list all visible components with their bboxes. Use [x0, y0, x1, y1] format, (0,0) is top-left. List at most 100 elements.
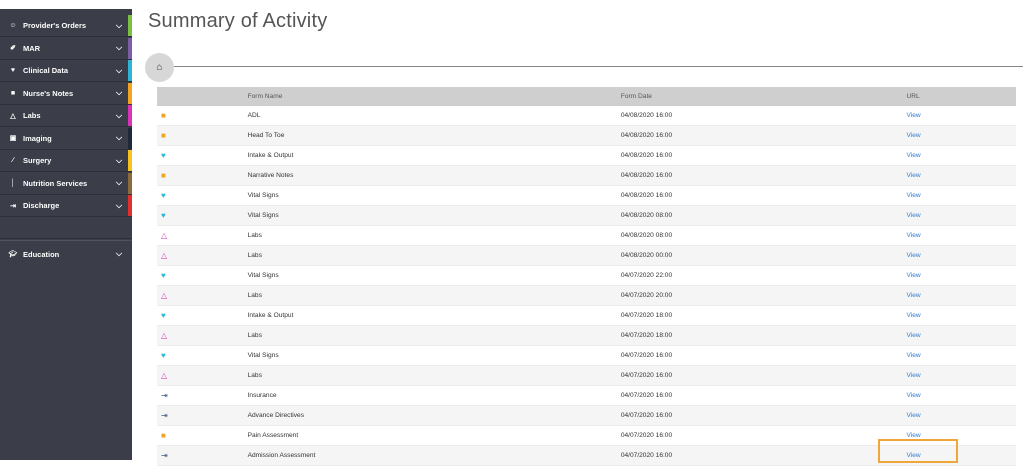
chevron-down-icon[interactable]: ⌵: [114, 21, 124, 31]
view-link[interactable]: View: [906, 172, 920, 179]
sidebar-divider-highlight: [0, 240, 132, 241]
form-date-cell: 04/08/2020 16:00: [620, 145, 907, 166]
view-link[interactable]: View: [906, 192, 920, 199]
form-name-cell: ADL: [247, 106, 621, 126]
form-date-cell: 04/08/2020 16:00: [620, 125, 907, 146]
chevron-down-icon[interactable]: ⌵: [114, 111, 124, 121]
sidebar-item-provider-s-orders[interactable]: ☺ Provider's Orders ⌵: [0, 15, 132, 37]
vital-signs-icon: ♥: [161, 311, 166, 320]
form-name-cell: Pain Assessment: [247, 425, 621, 446]
vital-signs-icon: ♥: [161, 151, 166, 160]
row-icon-cell: ⇥: [157, 405, 248, 426]
chevron-down-icon[interactable]: ⌵: [114, 249, 124, 259]
vital-signs-icon: ♥: [161, 351, 166, 360]
category-color-bar: [128, 127, 132, 149]
view-link[interactable]: View: [906, 272, 920, 279]
row-icon-cell: △: [157, 365, 248, 386]
chevron-down-icon[interactable]: ⌵: [114, 178, 124, 188]
view-link[interactable]: View: [906, 372, 920, 379]
row-icon-cell: ■: [157, 106, 248, 126]
form-date-cell: 04/07/2020 16:00: [620, 425, 907, 446]
activity-table: Form Name Form Date URL ■ ADL 04/08/2020 1…: [157, 87, 1016, 466]
row-icon-cell: △: [157, 285, 248, 306]
view-link[interactable]: View: [906, 152, 920, 159]
url-cell: View: [906, 265, 1016, 286]
sidebar-item-discharge[interactable]: ⇥ Discharge ⌵: [0, 195, 132, 217]
form-date-cell: 04/07/2020 18:00: [620, 305, 907, 326]
sidebar-item-clinical-data[interactable]: ♥ Clinical Data ⌵: [0, 60, 132, 82]
sidebar-item-imaging[interactable]: ▣ Imaging ⌵: [0, 127, 132, 150]
sidebar-item-label: MAR: [23, 43, 41, 53]
vital-signs-icon: ♥: [161, 211, 166, 220]
category-color-bar: [128, 150, 132, 171]
sidebar-item-label: Clinical Data: [23, 66, 69, 75]
sidebar-item-mar[interactable]: ✐ MAR ⌵: [0, 37, 132, 60]
row-icon-cell: ⇥: [157, 445, 248, 466]
chevron-down-icon[interactable]: ⌵: [114, 66, 124, 76]
heart-icon: ♥: [10, 67, 16, 74]
view-link[interactable]: View: [906, 312, 920, 319]
view-link[interactable]: View: [906, 232, 920, 239]
form-name-cell: Intake & Output: [247, 305, 621, 326]
highlight-box: [878, 439, 958, 463]
form-date-cell: 04/08/2020 08:00: [620, 225, 907, 246]
row-icon-cell: ■: [157, 165, 248, 186]
form-icon: ■: [161, 131, 166, 140]
chevron-down-icon[interactable]: ⌵: [114, 133, 124, 143]
note-icon: ■: [10, 89, 16, 97]
table-row: ■ ADL 04/08/2020 16:00 View: [157, 106, 1016, 126]
sidebar-item-label: Nurse's Notes: [23, 88, 74, 98]
form-name-cell: Vital Signs: [247, 265, 621, 286]
vital-signs-icon: ♥: [161, 271, 166, 280]
table-row: △ Labs 04/08/2020 08:00 View: [157, 225, 1016, 246]
sidebar-item-nutrition-services[interactable]: │ Nutrition Services ⌵: [0, 172, 132, 195]
url-cell: View: [906, 245, 1016, 266]
view-link[interactable]: View: [906, 132, 920, 139]
view-link[interactable]: View: [906, 392, 920, 399]
sidebar-item-surgery[interactable]: ∕ Surgery ⌵: [0, 150, 132, 172]
table-row: ■ Head To Toe 04/08/2020 16:00 View: [157, 125, 1016, 146]
view-link[interactable]: View: [906, 352, 920, 359]
sidebar-item-labs[interactable]: △ Labs ⌵: [0, 105, 132, 127]
view-link[interactable]: View: [906, 332, 920, 339]
view-link[interactable]: View: [906, 432, 920, 439]
form-name-cell: Labs: [247, 225, 621, 246]
image-icon: ▣: [9, 135, 17, 142]
category-color-bar: [128, 82, 132, 104]
category-color-bar: [128, 60, 132, 81]
url-cell: View: [906, 405, 1016, 426]
table-row: ⇥ Insurance 04/07/2020 16:00 View: [157, 385, 1016, 406]
row-icon-cell: ⇥: [157, 385, 248, 406]
table-row: △ Labs 04/07/2020 18:00 View: [157, 325, 1016, 346]
row-icon-cell: ♥: [157, 145, 248, 166]
sidebar-item-label: Imaging: [23, 133, 52, 143]
sidebar-item-education[interactable]: 🎓︎ Education ⌵: [0, 243, 132, 265]
form-date-cell: 04/08/2020 16:00: [620, 185, 907, 206]
view-link[interactable]: View: [906, 292, 920, 299]
chevron-down-icon[interactable]: ⌵: [114, 201, 124, 211]
row-icon-cell: ♥: [157, 205, 248, 226]
view-link[interactable]: View: [906, 252, 920, 259]
table-row: △ Labs 04/07/2020 20:00 View: [157, 285, 1016, 306]
chevron-down-icon[interactable]: ⌵: [114, 156, 124, 166]
table-row: ♥ Vital Signs 04/07/2020 16:00 View: [157, 345, 1016, 366]
form-name-cell: Admission Assessment: [247, 445, 621, 466]
view-link[interactable]: View: [906, 212, 920, 219]
column-header-form-date: Form Date: [620, 87, 907, 106]
form-date-cell: 04/08/2020 16:00: [620, 165, 907, 186]
sidebar-divider: [0, 238, 132, 239]
form-date-cell: 04/07/2020 16:00: [620, 365, 907, 386]
chevron-down-icon[interactable]: ⌵: [114, 43, 124, 53]
category-color-bar: [128, 105, 132, 126]
sidebar-item-nurse-s-notes[interactable]: ■ Nurse's Notes ⌵: [0, 82, 132, 105]
chevron-down-icon[interactable]: ⌵: [114, 88, 124, 98]
home-button[interactable]: ⌂: [145, 53, 174, 82]
row-icon-cell: △: [157, 225, 248, 246]
view-link[interactable]: View: [906, 112, 920, 119]
form-date-cell: 04/08/2020 00:00: [620, 245, 907, 266]
view-link[interactable]: View: [906, 412, 920, 419]
form-date-cell: 04/07/2020 16:00: [620, 405, 907, 426]
form-name-cell: Labs: [247, 245, 621, 266]
sidebar-item-label: Nutrition Services: [23, 178, 88, 188]
url-cell: View: [906, 325, 1016, 346]
